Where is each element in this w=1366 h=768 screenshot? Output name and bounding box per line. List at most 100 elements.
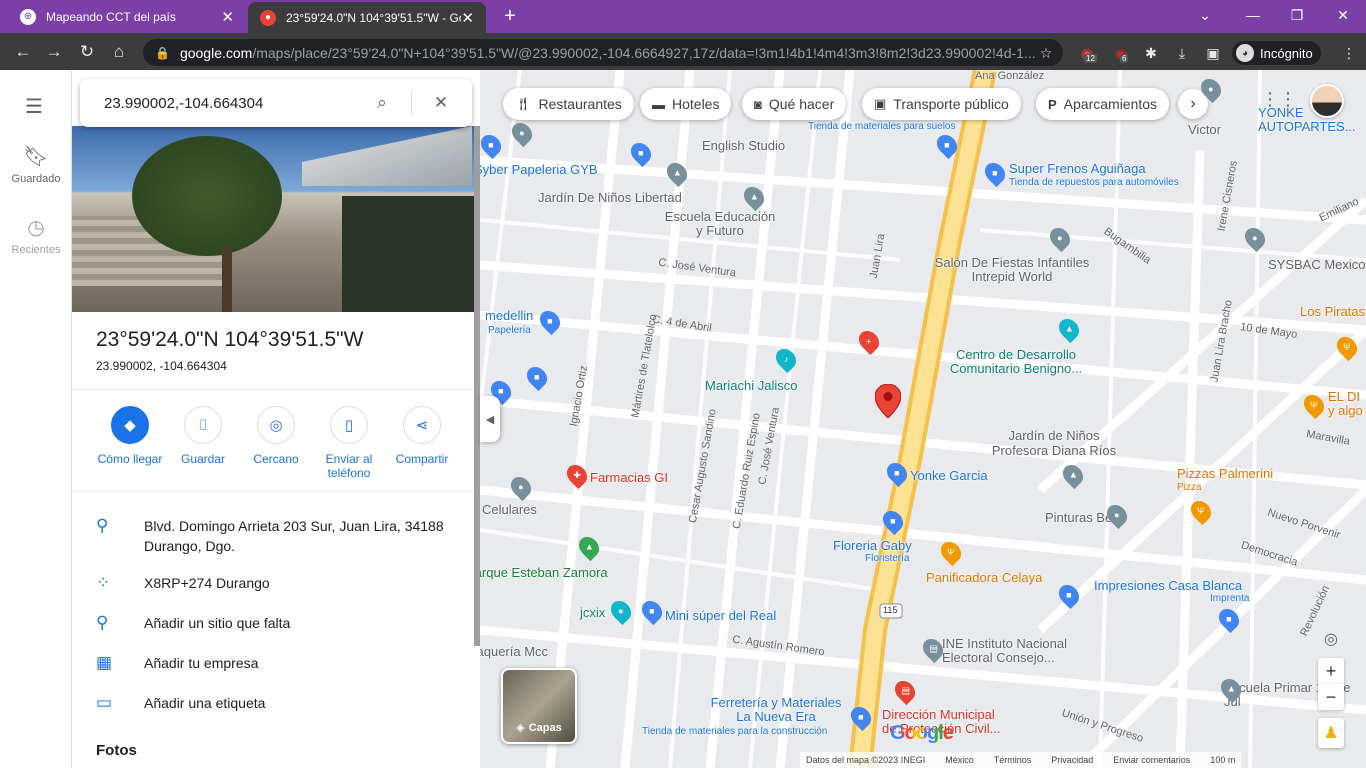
my-location-icon[interactable]: ◎ bbox=[1318, 626, 1344, 652]
pegman-icon[interactable]: ♟ bbox=[1318, 718, 1344, 748]
footer-privacy-link[interactable]: Privacidad bbox=[1051, 755, 1093, 765]
place-label[interactable]: Floreria Gaby bbox=[833, 538, 912, 553]
home-button[interactable]: ⌂ bbox=[106, 40, 132, 64]
add-label-row[interactable]: ▭ Añadir una etiqueta bbox=[96, 693, 456, 713]
collapse-panel-button[interactable]: ◀ bbox=[480, 396, 500, 442]
footer-terms-link[interactable]: Términos bbox=[994, 755, 1032, 765]
chip-parking[interactable]: P Aparcamientos bbox=[1036, 88, 1170, 120]
place-label[interactable]: Farmacias GI bbox=[590, 470, 668, 485]
place-photo[interactable] bbox=[72, 126, 474, 312]
sidebar-icon[interactable]: ▣ bbox=[1202, 42, 1224, 64]
add-place-row[interactable]: ⚲ Añadir un sitio que falta bbox=[96, 613, 456, 633]
directions-icon: ◆ bbox=[111, 406, 149, 444]
nearby-button[interactable]: ◎ Cercano bbox=[239, 406, 313, 466]
chip-restaurants[interactable]: 🍴︎ Restaurantes bbox=[503, 88, 634, 120]
place-label[interactable]: Mini súper del Real bbox=[665, 608, 776, 623]
phone-icon: ▯ bbox=[330, 406, 368, 444]
bus-icon: ▣ bbox=[874, 96, 887, 111]
close-tab-icon[interactable]: ✕ bbox=[221, 8, 234, 26]
place-label[interactable]: Syber Papeleria GYB bbox=[480, 162, 598, 177]
rail-saved[interactable]: 🔖︎ Guardado bbox=[0, 144, 72, 185]
zoom-in-button[interactable]: + bbox=[1318, 658, 1344, 684]
save-label: Guardar bbox=[180, 452, 226, 466]
history-icon: ◷ bbox=[27, 217, 45, 239]
save-button[interactable]: ⌷ Guardar bbox=[166, 406, 240, 466]
chevron-down-icon[interactable]: ⌄ bbox=[1190, 4, 1220, 26]
rail-recent[interactable]: ◷ Recientes bbox=[0, 215, 72, 256]
close-tab-icon[interactable]: ✕ bbox=[461, 9, 474, 27]
url-path: /maps/place/23°59'24.0"N+104°39'51.5"W/@… bbox=[252, 44, 1036, 61]
browser-tab-2[interactable]: ● 23°59'24.0"N 104°39'51.5"W - Go ✕ bbox=[248, 2, 486, 33]
search-input[interactable]: 23.990002,-104.664304 bbox=[104, 95, 365, 112]
place-label[interactable]: Victor bbox=[1188, 122, 1221, 137]
place-label[interactable]: jcxix bbox=[580, 605, 605, 620]
place-label[interactable]: SYSBAC Mexico bbox=[1268, 257, 1366, 272]
place-label[interactable]: Escuela Educación y Futuro bbox=[660, 210, 780, 238]
chip-transit[interactable]: ▣ Transporte público bbox=[862, 88, 1021, 120]
footer-country[interactable]: México bbox=[945, 755, 974, 765]
layers-icon: ◈ bbox=[516, 722, 525, 734]
place-label[interactable]: medellin bbox=[485, 308, 533, 323]
hamburger-menu-icon[interactable]: ☰ bbox=[25, 94, 43, 119]
reload-button[interactable]: ↻ bbox=[74, 40, 100, 64]
photos-heading: Fotos bbox=[96, 742, 137, 759]
place-label[interactable]: Parque Esteban Zamora bbox=[480, 565, 608, 580]
bed-icon: ▬ bbox=[652, 96, 665, 112]
search-icon[interactable]: ⌕ bbox=[365, 93, 399, 113]
chip-hotels[interactable]: ▬ Hoteles bbox=[640, 88, 732, 120]
selected-location-pin-icon[interactable] bbox=[875, 384, 901, 418]
place-label[interactable]: Taquería Mcc bbox=[480, 644, 548, 659]
place-label[interactable]: Jardín De Niños Libertad bbox=[538, 190, 682, 205]
star-icon[interactable]: ☆ bbox=[1035, 42, 1057, 64]
share-button[interactable]: ⋖ Compartir bbox=[385, 406, 459, 466]
place-label[interactable]: Yonke Garcia bbox=[910, 468, 988, 483]
close-icon[interactable]: ✕ bbox=[424, 93, 458, 113]
divider bbox=[72, 491, 474, 492]
close-window-button[interactable]: ✕ bbox=[1328, 4, 1358, 26]
place-label[interactable]: Impresiones Casa Blanca bbox=[1094, 578, 1242, 593]
layers-button[interactable]: ◈ Capas bbox=[501, 668, 577, 744]
place-label[interactable]: Ferretería y Materiales La Nueva Era bbox=[706, 696, 846, 724]
place-label[interactable]: Los Piratas bbox=[1300, 304, 1365, 319]
place-label[interactable]: Super Frenos Aguiñaga bbox=[1009, 161, 1146, 176]
download-icon[interactable]: ⤓ bbox=[1171, 42, 1193, 64]
minimize-button[interactable]: — bbox=[1238, 4, 1268, 26]
forward-button[interactable]: → bbox=[41, 40, 67, 64]
place-label[interactable]: Salón De Fiestas Infantiles Intrepid Wor… bbox=[932, 256, 1092, 284]
search-box[interactable]: 23.990002,-104.664304 ⌕ ✕ bbox=[80, 79, 472, 127]
map-canvas[interactable]: 🍴︎ Restaurantes ▬ Hoteles ◙ Qué hacer ▣ Tran… bbox=[480, 70, 1366, 768]
place-label[interactable]: Jardín de Niños Profesora Diana Ríos bbox=[984, 428, 1124, 458]
chip-things-to-do[interactable]: ◙ Qué hacer bbox=[742, 88, 847, 120]
menu-dots-icon[interactable]: ⋮ bbox=[1338, 42, 1360, 64]
plus-code-row[interactable]: ⁘ X8RP+274 Durango bbox=[96, 573, 456, 593]
place-label[interactable]: Celulares bbox=[482, 502, 537, 517]
directions-button[interactable]: ◆ Cómo llegar bbox=[93, 406, 167, 466]
puzzle-icon[interactable]: ✱ bbox=[1140, 42, 1162, 64]
send-to-phone-button[interactable]: ▯ Enviar al teléfono bbox=[312, 406, 386, 480]
incognito-icon: ◕ bbox=[1236, 44, 1254, 62]
address-bar[interactable]: 🔒 google.com /maps/place/23°59'24.0"N+10… bbox=[143, 39, 1063, 66]
place-label[interactable]: EL DI y algo bbox=[1328, 390, 1366, 418]
zoom-out-button[interactable]: − bbox=[1318, 684, 1344, 710]
place-label[interactable]: INE Instituto Nacional Electoral Consejo… bbox=[942, 637, 1082, 665]
add-label-text: Añadir una etiqueta bbox=[144, 695, 266, 711]
footer-feedback-link[interactable]: Enviar comentarios bbox=[1113, 755, 1190, 765]
add-business-row[interactable]: ▦ Añadir tu empresa bbox=[96, 653, 456, 673]
nearby-label: Cercano bbox=[253, 452, 299, 466]
lock-icon: 🔒 bbox=[155, 45, 170, 60]
place-label[interactable]: Mariachi Jalisco bbox=[705, 378, 797, 393]
place-label[interactable]: Panificadora Celaya bbox=[926, 570, 1042, 585]
place-label[interactable]: YONKE AUTOPARTES... bbox=[1258, 106, 1366, 136]
new-tab-button[interactable]: + bbox=[498, 4, 522, 28]
place-label[interactable]: English Studio bbox=[702, 138, 785, 153]
share-icon: ⋖ bbox=[403, 406, 441, 444]
place-label[interactable]: Pizzas Palmerini bbox=[1177, 466, 1273, 481]
share-label: Compartir bbox=[395, 452, 449, 466]
address-row[interactable]: ⚲ Blvd. Domingo Arrieta 203 Sur, Juan Li… bbox=[96, 516, 456, 556]
back-button[interactable]: ← bbox=[10, 40, 36, 64]
restore-button[interactable]: ❐ bbox=[1282, 4, 1312, 26]
incognito-indicator[interactable]: ◕ Incógnito bbox=[1232, 41, 1321, 65]
browser-tab-1[interactable]: ⊕ Mapeando CCT del país ✕ bbox=[8, 0, 246, 33]
scale-label[interactable]: 100 m bbox=[1210, 755, 1235, 765]
place-label[interactable]: Centro de Desarrollo Comunitario Benigno… bbox=[946, 348, 1086, 376]
